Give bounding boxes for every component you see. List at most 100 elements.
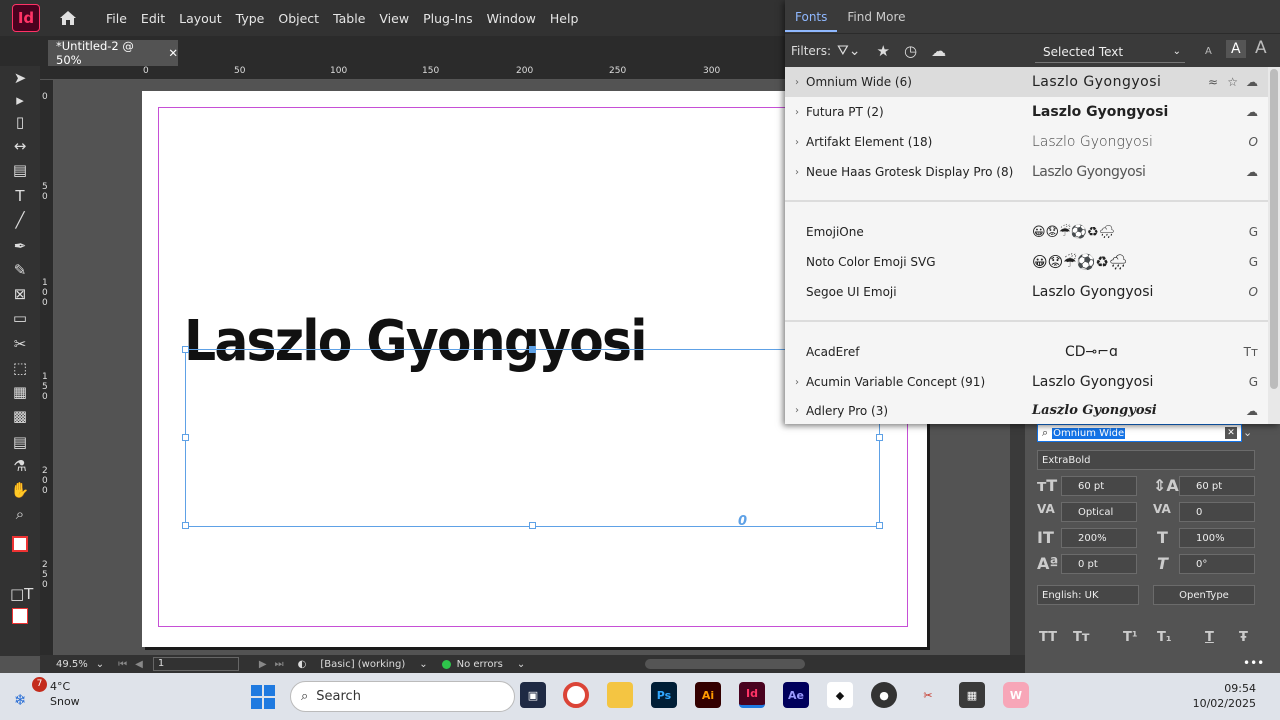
font-size-field[interactable]: 60 pt <box>1061 476 1137 496</box>
medium-preview-icon[interactable]: A <box>1226 40 1246 58</box>
baseline-shift-field[interactable]: 0 pt <box>1061 554 1137 574</box>
pencil-tool-icon[interactable]: ✎ <box>10 260 30 280</box>
chevron-down-icon[interactable]: ⌄ <box>517 659 525 670</box>
capcut-icon[interactable]: ◆ <box>827 682 853 708</box>
photoshop-icon[interactable]: Ps <box>651 682 677 708</box>
font-row-acaderef[interactable]: AcadEref CD⊸⌐ɑ Tт <box>785 337 1268 367</box>
large-preview-icon[interactable]: A <box>1255 38 1267 58</box>
app-w-icon[interactable]: W <box>1003 682 1029 708</box>
hand-tool-icon[interactable]: ✋ <box>10 480 30 500</box>
strikethrough-button[interactable]: Ŧ <box>1239 630 1248 645</box>
font-row-artifakt-element[interactable]: › Artifakt Element (18) Laszlo Gyongyosi… <box>785 127 1268 157</box>
zoom-level[interactable]: 49.5% <box>56 659 88 670</box>
frame-handle[interactable] <box>529 346 536 353</box>
small-caps-button[interactable]: Tт <box>1073 630 1089 645</box>
selection-tool-icon[interactable]: ➤ <box>10 68 30 88</box>
horizontal-scale-field[interactable]: 100% <box>1179 528 1255 548</box>
fill-stroke-swatch-icon[interactable] <box>10 536 30 556</box>
font-row-neue-haas-grotesk[interactable]: › Neue Haas Grotesk Display Pro (8) Lasz… <box>785 157 1268 187</box>
menu-plug-ins[interactable]: Plug-Ins <box>423 11 473 26</box>
rectangle-tool-icon[interactable]: ▭ <box>10 308 30 328</box>
font-family-value[interactable]: Omnium Wide <box>1052 427 1126 439</box>
gap-tool-icon[interactable]: ↔ <box>10 136 30 156</box>
font-row-futura-pt[interactable]: › Futura PT (2) Laszlo Gyongyosi ☁ <box>785 97 1268 127</box>
skew-field[interactable]: 0° <box>1179 554 1255 574</box>
menu-view[interactable]: View <box>379 11 409 26</box>
calculator-icon[interactable]: ▦ <box>959 682 985 708</box>
text-frame[interactable]: 0 <box>182 346 883 529</box>
formatting-container-icon[interactable]: □T <box>10 584 33 604</box>
frame-handle[interactable] <box>182 346 189 353</box>
free-transform-tool-icon[interactable]: ⬚ <box>10 358 30 378</box>
leading-field[interactable]: 60 pt <box>1179 476 1255 496</box>
recent-clock-icon[interactable]: ◷ <box>904 42 917 60</box>
pen-tool-icon[interactable]: ✒ <box>10 236 30 256</box>
language-dropdown[interactable]: English: UK <box>1037 585 1139 605</box>
opentype-button[interactable]: OpenType <box>1153 585 1255 605</box>
rectangle-frame-tool-icon[interactable]: ⊠ <box>10 284 30 304</box>
home-icon[interactable] <box>58 8 78 28</box>
preview-text-dropdown[interactable]: Selected Text ⌄ <box>1035 41 1185 63</box>
cloud-fonts-icon[interactable]: ☁ <box>931 42 946 60</box>
font-family-field[interactable]: ⌕ Omnium Wide ✕ <box>1037 424 1242 442</box>
frame-handle[interactable] <box>182 522 189 529</box>
tab-fonts[interactable]: Fonts <box>785 10 838 32</box>
menu-window[interactable]: Window <box>487 11 536 26</box>
font-row-omnium-wide[interactable]: › Omnium Wide (6) Laszlo Gyongyosi ≈ ☆ ☁ <box>785 67 1268 97</box>
page-number-field[interactable]: 1 <box>152 657 239 671</box>
menu-help[interactable]: Help <box>550 11 579 26</box>
menu-file[interactable]: File <box>106 11 127 26</box>
chevron-right-icon[interactable]: › <box>795 77 799 88</box>
gradient-tool-icon[interactable]: ▦ <box>10 382 30 402</box>
first-page-icon[interactable]: ⏮ <box>118 659 127 670</box>
tracking-field[interactable]: 0 <box>1179 502 1255 522</box>
menu-edit[interactable]: Edit <box>141 11 165 26</box>
menu-type[interactable]: Type <box>236 11 265 26</box>
filter-icon[interactable]: ⛛⌄ <box>837 43 861 59</box>
indesign-icon[interactable]: Id <box>739 682 765 708</box>
direct-selection-tool-icon[interactable]: ▸ <box>10 90 30 110</box>
prev-page-icon[interactable]: ◀ <box>135 659 143 670</box>
basic-style-label[interactable]: [Basic] (working) <box>320 659 405 670</box>
snipping-tool-icon[interactable]: ✂ <box>915 682 941 708</box>
font-row-emojione[interactable]: EmojiOne 😀😟☔⚽♻🌧 G <box>785 217 1268 247</box>
gradient-feather-tool-icon[interactable]: ▩ <box>10 406 30 426</box>
font-list-scrollbar[interactable] <box>1268 67 1280 424</box>
scrollbar-thumb[interactable] <box>1270 69 1278 389</box>
last-page-icon[interactable]: ⏭ <box>275 659 284 670</box>
clear-icon[interactable]: ✕ <box>1225 427 1237 439</box>
font-style-dropdown[interactable]: ExtraBold <box>1037 450 1255 470</box>
type-tool-icon[interactable]: T <box>10 186 30 206</box>
superscript-button[interactable]: T¹ <box>1123 630 1138 645</box>
chevron-down-icon[interactable]: ⌄ <box>419 659 427 670</box>
subscript-button[interactable]: T₁ <box>1157 630 1172 645</box>
file-explorer-icon[interactable] <box>607 682 633 708</box>
line-tool-icon[interactable]: ╱ <box>10 210 30 230</box>
menu-object[interactable]: Object <box>278 11 319 26</box>
taskbar-search[interactable]: ⌕ Search <box>290 681 515 712</box>
document-tab[interactable]: *Untitled-2 @ 50% ✕ <box>48 39 178 67</box>
font-row-acumin-variable-concept[interactable]: › Acumin Variable Concept (91) Laszlo Gy… <box>785 367 1268 397</box>
frame-handle[interactable] <box>876 434 883 441</box>
font-row-noto-color-emoji[interactable]: Noto Color Emoji SVG 😀😟☔⚽♻🌧 G <box>785 247 1268 277</box>
menu-layout[interactable]: Layout <box>179 11 222 26</box>
kerning-field[interactable]: Optical <box>1061 502 1137 522</box>
note-tool-icon[interactable]: ▤ <box>10 432 30 452</box>
chevron-right-icon[interactable]: › <box>795 167 799 178</box>
horizontal-scrollbar[interactable] <box>645 659 806 669</box>
preflight-status[interactable]: No errors <box>457 659 503 670</box>
system-clock[interactable]: 09:54 10/02/2025 <box>1193 681 1256 711</box>
underline-button[interactable]: T <box>1205 630 1214 645</box>
favorite-star-icon[interactable]: ☆ <box>1227 75 1238 89</box>
zoom-tool-icon[interactable]: ⌕ <box>10 504 30 524</box>
weather-widget[interactable]: 7 ❄ 4°C Snow <box>14 677 80 709</box>
favorites-star-icon[interactable]: ★ <box>877 42 890 60</box>
chevron-down-icon[interactable]: ⌄ <box>96 659 104 670</box>
chevron-right-icon[interactable]: › <box>795 137 799 148</box>
tab-find-more[interactable]: Find More <box>837 10 915 24</box>
text-frame-marker[interactable]: 0 <box>738 514 747 529</box>
page-tool-icon[interactable]: ▯ <box>10 112 30 132</box>
task-view-icon[interactable]: ▣ <box>520 682 546 708</box>
small-preview-icon[interactable]: A <box>1205 46 1212 57</box>
eyedropper-tool-icon[interactable]: ⚗ <box>10 456 30 476</box>
